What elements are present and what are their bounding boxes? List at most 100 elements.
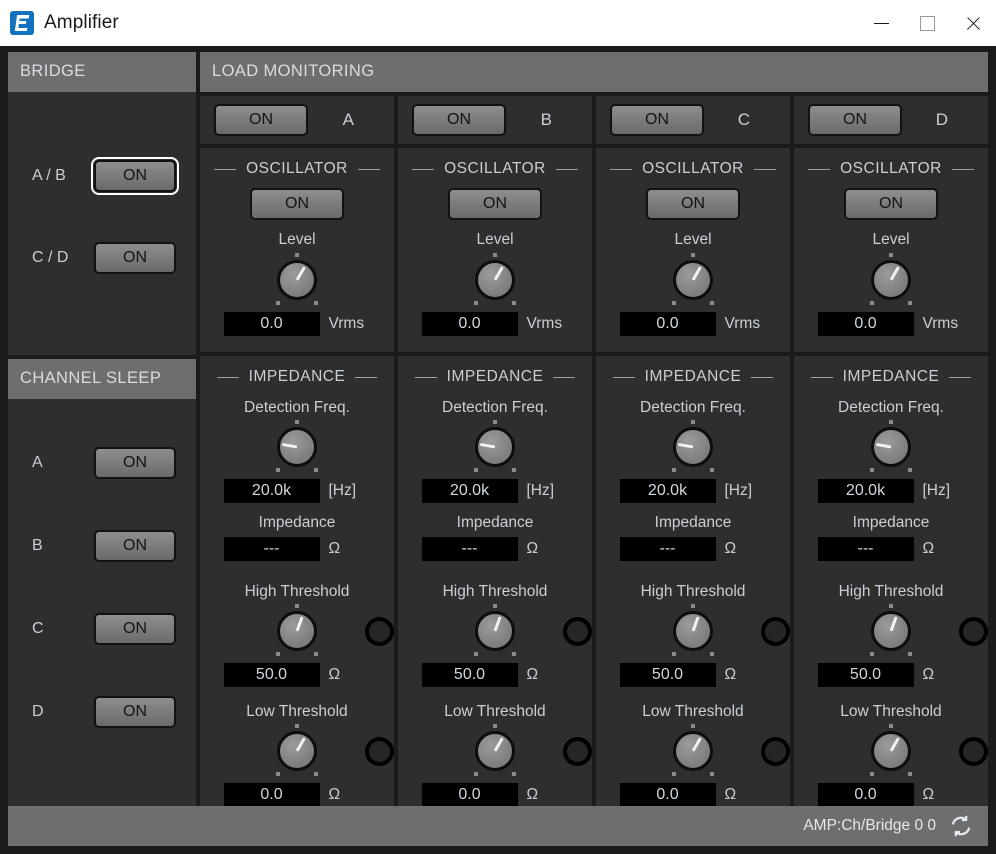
knob-dial [277,731,317,771]
refresh-sync-icon[interactable] [948,813,974,839]
high-threshold-knob-a[interactable] [270,604,324,658]
knob-tick-icon [512,301,516,305]
oscillator-level-value[interactable]: 0.0 [224,312,320,336]
knob-tick-icon [908,652,912,656]
high-threshold-knob-d[interactable] [864,604,918,658]
oscillator-level-label: Level [398,231,592,249]
knob-dial [475,427,515,467]
knob-tick-icon [870,468,874,472]
high-threshold-value[interactable]: 50.0 [422,663,518,687]
high-threshold-readout-row: 50.0Ω [200,663,394,687]
oscillator-title-text: OSCILLATOR [444,160,546,178]
channel-enable-button-d[interactable]: ON [808,104,902,136]
low-threshold-knob-c[interactable] [666,724,720,778]
detection-freq-knob-b[interactable] [468,420,522,474]
low-threshold-knob-a[interactable] [270,724,324,778]
oscillator-level-readout-row: 0.0Vrms [794,312,988,336]
low-threshold-label: Low Threshold [596,703,790,721]
high-threshold-label: High Threshold [794,583,988,601]
sleep-toggle-a[interactable]: ON [94,447,176,479]
knob-dial [871,731,911,771]
sleep-toggle-c[interactable]: ON [94,613,176,645]
low-threshold-value[interactable]: 0.0 [422,783,518,807]
knob-pointer-icon [692,737,702,751]
oscillator-level-label: Level [200,231,394,249]
detection-freq-knob-d[interactable] [864,420,918,474]
oscillator-level-knob-d[interactable] [864,253,918,307]
oscillator-section-title: OSCILLATOR [596,148,790,178]
maximize-button[interactable] [904,0,950,46]
high-threshold-value[interactable]: 50.0 [620,663,716,687]
low-threshold-value[interactable]: 0.0 [224,783,320,807]
oscillator-on-button-d[interactable]: ON [844,188,938,220]
knob-tick-icon [672,468,676,472]
close-button[interactable] [950,0,996,46]
channel-enable-button-a[interactable]: ON [214,104,308,136]
oscillator-on-button-b[interactable]: ON [448,188,542,220]
detection-freq-value[interactable]: 20.0k [620,479,716,503]
high-threshold-knob-b[interactable] [468,604,522,658]
oscillator-section-b: OSCILLATOR ON Level 0.0 Vrms [398,148,592,352]
minimize-button[interactable] [858,0,904,46]
bridge-panel: BRIDGE A / B ON C / D ON [8,52,196,355]
oscillator-level-knob-b[interactable] [468,253,522,307]
detection-freq-readout-row: 20.0k[Hz] [200,479,394,503]
knob-tick-icon [314,301,318,305]
detection-freq-knob-a[interactable] [270,420,324,474]
knob-tick-icon [295,253,299,257]
oscillator-level-value[interactable]: 0.0 [818,312,914,336]
impedance-unit: Ω [725,540,767,558]
low-threshold-knob-b[interactable] [468,724,522,778]
detection-freq-value[interactable]: 20.0k [422,479,518,503]
oscillator-level-unit: Vrms [527,315,569,333]
oscillator-level-knob-c[interactable] [666,253,720,307]
divider-dash-icon [217,377,239,378]
high-threshold-label: High Threshold [596,583,790,601]
knob-tick-icon [493,604,497,608]
detection-freq-value[interactable]: 20.0k [818,479,914,503]
bridge-toggle-cd[interactable]: ON [94,242,176,274]
knob-dial [475,611,515,651]
knob-tick-icon [493,253,497,257]
oscillator-on-button-a[interactable]: ON [250,188,344,220]
impedance-section-title: IMPEDANCE [596,356,790,386]
minimize-icon [874,23,889,24]
impedance-title-text: IMPEDANCE [249,368,346,386]
sleep-label-c: C [32,620,94,638]
knob-tick-icon [908,468,912,472]
high-threshold-value[interactable]: 50.0 [818,663,914,687]
divider-dash-icon [808,169,830,170]
sleep-toggle-b[interactable]: ON [94,530,176,562]
knob-tick-icon [710,468,714,472]
low-threshold-knob-d[interactable] [864,724,918,778]
oscillator-level-knob-a[interactable] [270,253,324,307]
knob-tick-icon [314,772,318,776]
bridge-label-ab: A / B [32,167,94,185]
oscillator-level-value[interactable]: 0.0 [422,312,518,336]
high-threshold-knob-c[interactable] [666,604,720,658]
knob-tick-icon [710,652,714,656]
oscillator-on-button-c[interactable]: ON [646,188,740,220]
load-monitoring-header: LOAD MONITORING [200,52,988,92]
knob-tick-icon [474,652,478,656]
detection-freq-label: Detection Freq. [794,399,988,417]
high-threshold-led-indicator-b [563,617,592,646]
detection-freq-knob-c[interactable] [666,420,720,474]
channel-enable-button-c[interactable]: ON [610,104,704,136]
oscillator-level-unit: Vrms [329,315,371,333]
knob-pointer-icon [296,266,306,280]
bridge-toggle-ab[interactable]: ON [94,160,176,192]
sleep-row-c: C ON [8,613,196,645]
divider-dash-icon [811,377,833,378]
high-threshold-value[interactable]: 50.0 [224,663,320,687]
high-threshold-led-indicator-a [365,617,394,646]
knob-pointer-icon [678,443,693,449]
detection-freq-value[interactable]: 20.0k [224,479,320,503]
oscillator-level-value[interactable]: 0.0 [620,312,716,336]
channel-enable-button-b[interactable]: ON [412,104,506,136]
low-threshold-value[interactable]: 0.0 [818,783,914,807]
knob-tick-icon [672,652,676,656]
low-threshold-value[interactable]: 0.0 [620,783,716,807]
sleep-toggle-d[interactable]: ON [94,696,176,728]
low-threshold-readout-row: 0.0Ω [794,783,988,807]
